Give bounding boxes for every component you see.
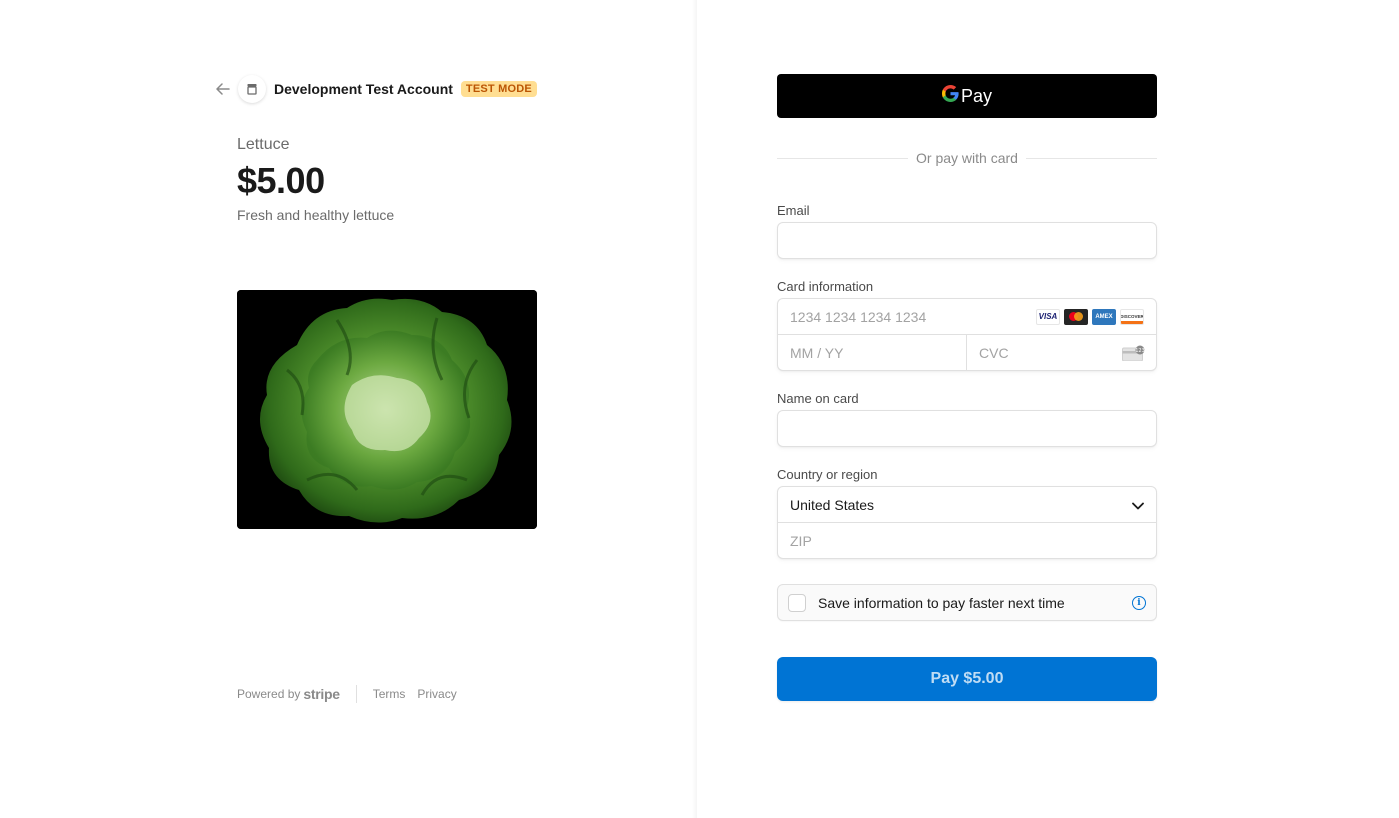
email-label: Email [777, 203, 810, 218]
powered-by-stripe[interactable]: Powered by stripe [237, 686, 340, 702]
expiry-placeholder: MM / YY [790, 345, 844, 361]
product-description: Fresh and healthy lettuce [237, 207, 395, 223]
email-field[interactable] [777, 222, 1157, 259]
mastercard-icon [1064, 308, 1088, 325]
product-price: $5.00 [237, 160, 325, 201]
footer: Powered by stripe Terms Privacy [237, 685, 469, 703]
terms-link[interactable]: Terms [373, 687, 406, 701]
visa-icon: VISA [1036, 308, 1060, 325]
amex-icon: AMEX [1092, 308, 1116, 325]
card-number-field[interactable]: 1234 1234 1234 1234 VISA AMEX DISCOVER [778, 299, 1156, 335]
expiry-field[interactable]: MM / YY [778, 335, 967, 371]
card-info-label: Card information [777, 279, 874, 294]
cvc-field[interactable]: CVC 123 [967, 335, 1156, 371]
pay-button[interactable]: Pay $5.00 [777, 657, 1157, 701]
test-mode-badge: TEST MODE [460, 81, 537, 97]
country-value: United States [790, 496, 875, 513]
divider-line-right [1025, 157, 1157, 159]
product-name: Lettuce [237, 136, 290, 153]
cvc-card-icon: 123 [1122, 345, 1145, 362]
chevron-down-icon [1132, 497, 1144, 513]
zip-field[interactable]: ZIP [778, 523, 1156, 559]
country-select[interactable]: United States [778, 487, 1156, 523]
save-info-text: Save information to pay faster next time [818, 594, 1065, 611]
google-g-icon [941, 85, 959, 107]
or-pay-with-card-text: Or pay with card [916, 150, 1018, 166]
card-brands: VISA AMEX DISCOVER [1036, 308, 1144, 325]
card-expiry-cvc-row: MM / YY CVC 123 [778, 335, 1156, 371]
svg-text:123: 123 [1135, 348, 1145, 354]
name-on-card-label: Name on card [777, 391, 859, 406]
privacy-link[interactable]: Privacy [417, 687, 456, 701]
merchant-header: Development Test Account TEST MODE [214, 75, 537, 103]
divider-line-left [777, 157, 909, 159]
save-info-box: Save information to pay faster next time… [777, 584, 1157, 621]
merchant-name: Development Test Account [274, 81, 453, 97]
country-zip-group: United States ZIP [777, 486, 1157, 559]
name-on-card-field[interactable] [777, 410, 1157, 447]
store-icon [238, 75, 266, 103]
lettuce-image [237, 290, 537, 529]
save-info-checkbox[interactable] [788, 593, 806, 612]
cvc-placeholder: CVC [979, 345, 1009, 361]
country-label: Country or region [777, 467, 878, 482]
card-info-group: 1234 1234 1234 1234 VISA AMEX DISCOVER M… [777, 298, 1157, 371]
zip-placeholder: ZIP [790, 533, 812, 549]
powered-by-label: Powered by [237, 687, 301, 701]
google-pay-label: Pay [960, 85, 993, 106]
discover-icon: DISCOVER [1120, 308, 1144, 325]
stripe-logo: stripe [303, 686, 340, 702]
or-divider: Or pay with card [777, 150, 1157, 166]
google-pay-button[interactable]: Pay [777, 74, 1157, 118]
back-arrow-icon[interactable] [214, 80, 232, 98]
card-number-placeholder: 1234 1234 1234 1234 [790, 308, 927, 325]
footer-divider [355, 685, 357, 703]
info-icon[interactable]: i [1132, 595, 1146, 610]
